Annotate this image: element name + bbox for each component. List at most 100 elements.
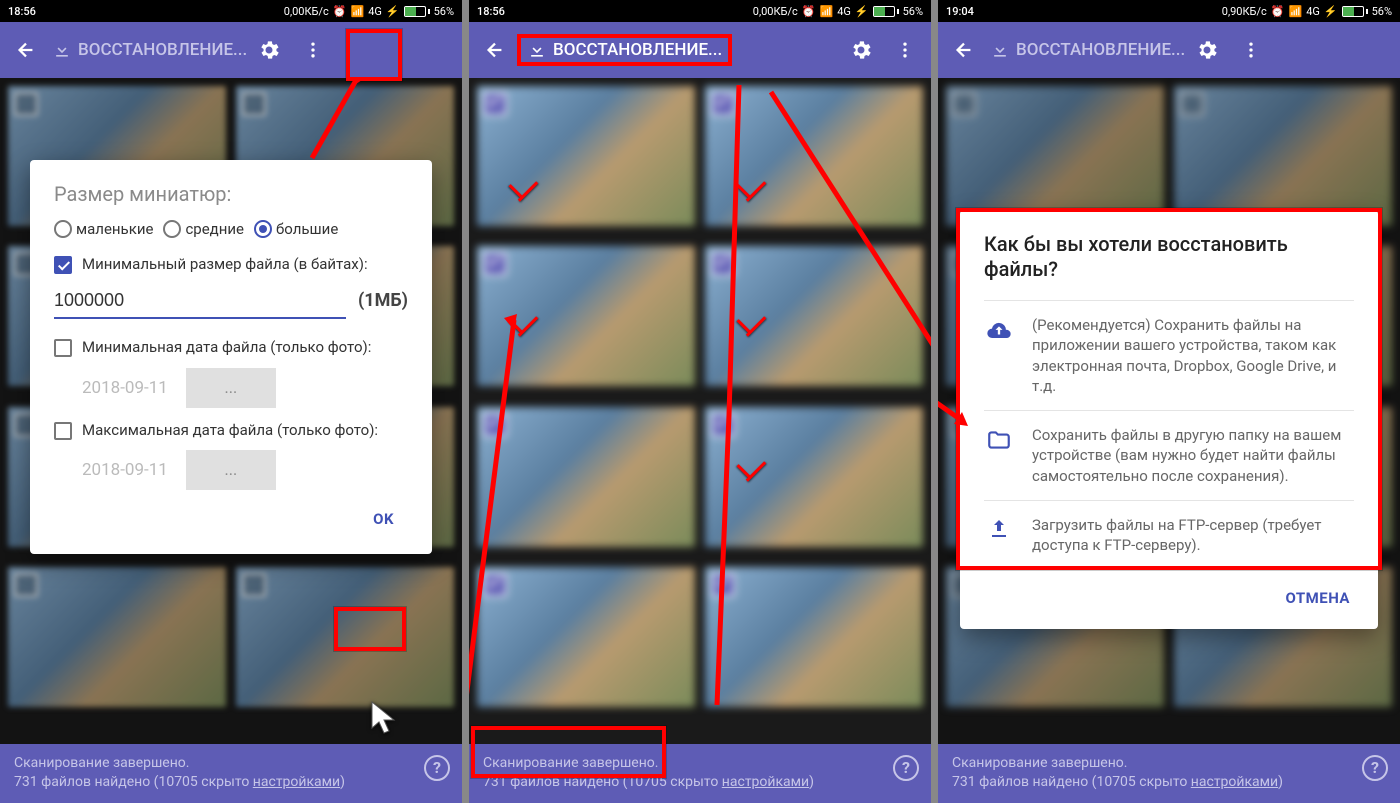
radio-small[interactable]: маленькие xyxy=(54,220,153,238)
help-button[interactable]: ? xyxy=(424,755,450,781)
button-mindate[interactable]: ... xyxy=(186,368,276,408)
appbar-title: ВОССТАНОВЛЕНИЕ... xyxy=(78,40,247,60)
option-folder-text: Сохранить файлы в другую папку на вашем … xyxy=(1032,425,1354,486)
help-button[interactable]: ? xyxy=(1362,755,1388,781)
settings-button[interactable] xyxy=(839,28,883,72)
footer-status: Сканирование завершено. 731 файлов найде… xyxy=(938,744,1400,803)
folder-icon xyxy=(984,425,1014,486)
settings-dialog: Размер миниатюр: маленькие средние больш… xyxy=(30,160,432,554)
input-minsize[interactable] xyxy=(54,284,346,319)
charge-icon: ⚡ xyxy=(855,5,869,18)
battery-icon xyxy=(1342,6,1368,17)
label-maxdate: Максимальная дата файла (только фото): xyxy=(82,420,378,440)
help-button[interactable]: ? xyxy=(893,755,919,781)
download-icon xyxy=(52,40,72,60)
status-right: 0,00КБ/с ⏰ 📶 4G ⚡ 56% xyxy=(284,5,454,18)
app-bar: ВОССТАНОВЛЕНИЕ... xyxy=(938,22,1400,78)
battery-icon xyxy=(404,6,430,17)
annotation-box-title: ВОССТАНОВЛЕНИЕ... xyxy=(517,34,732,66)
charge-icon: ⚡ xyxy=(386,5,400,18)
status-time: 18:56 xyxy=(8,5,36,18)
appbar-title-group[interactable]: ВОССТАНОВЛЕНИЕ... xyxy=(990,40,1185,60)
annotation-check xyxy=(737,315,761,339)
back-button[interactable] xyxy=(942,28,986,72)
footer-settings-link[interactable]: настройками xyxy=(1191,774,1278,790)
settings-button[interactable] xyxy=(247,28,291,72)
option-cloud-text: (Рекомендуется) Сохранить файлы на прило… xyxy=(1032,315,1354,396)
wifi-icon: 📶 xyxy=(819,5,833,18)
thumbnail-item[interactable] xyxy=(705,567,923,707)
wifi-icon: 📶 xyxy=(1288,5,1302,18)
annotation-check xyxy=(509,180,533,204)
footer-settings-link[interactable]: настройками xyxy=(253,774,340,790)
screen-3: 19:04 0,90КБ/с ⏰ 📶 4G ⚡ 56% ВОССТАНОВЛЕН… xyxy=(938,0,1400,803)
annotation-check xyxy=(509,315,533,339)
charge-icon: ⚡ xyxy=(1324,5,1338,18)
app-bar: ВОССТАНОВЛЕНИЕ... xyxy=(469,22,931,78)
settings-button[interactable] xyxy=(1185,28,1229,72)
thumbnail-item[interactable] xyxy=(705,86,923,226)
checkbox-maxdate[interactable] xyxy=(54,422,72,440)
signal-icon: 4G xyxy=(368,5,382,18)
status-net: 0,90КБ/с xyxy=(1222,5,1267,18)
dialog-title: Как бы вы хотели восстановить файлы? xyxy=(984,232,1354,282)
restore-dialog: Как бы вы хотели восстановить файлы? (Ре… xyxy=(960,210,1378,629)
status-net: 0,00КБ/с xyxy=(753,5,798,18)
status-time: 18:56 xyxy=(477,5,505,18)
signal-icon: 4G xyxy=(1306,5,1320,18)
label-mindate: Минимальная дата файла (только фото): xyxy=(82,337,371,357)
option-cloud[interactable]: (Рекомендуется) Сохранить файлы на прило… xyxy=(984,300,1354,410)
screen-1: 18:56 0,00КБ/с ⏰ 📶 4G ⚡ 56% ВОССТАНОВЛЕН… xyxy=(0,0,462,803)
footer-settings-link[interactable]: настройками xyxy=(722,774,809,790)
checkbox-minsize[interactable] xyxy=(54,256,72,274)
download-icon xyxy=(527,40,547,60)
upload-icon xyxy=(984,515,1014,556)
option-ftp-text: Загрузить файлы на FTP-сервер (требует д… xyxy=(1032,515,1354,556)
option-folder[interactable]: Сохранить файлы в другую папку на вашем … xyxy=(984,410,1354,500)
thumbnail-item[interactable] xyxy=(477,86,695,226)
value-maxdate: 2018-09-11 xyxy=(82,460,168,480)
appbar-title-group[interactable]: ВОССТАНОВЛЕНИЕ... xyxy=(52,40,247,60)
cloud-upload-icon xyxy=(984,315,1014,396)
alarm-icon: ⏰ xyxy=(333,5,347,18)
label-minsize: Минимальный размер файла (в байтах): xyxy=(82,254,368,274)
status-right: 0,00КБ/с ⏰ 📶 4G ⚡ 56% xyxy=(753,5,923,18)
footer-count: 731 файлов найдено xyxy=(952,774,1088,790)
appbar-title-group[interactable]: ВОССТАНОВЛЕНИЕ... xyxy=(527,40,722,60)
status-time: 19:04 xyxy=(946,5,974,18)
checkbox-mindate[interactable] xyxy=(54,339,72,357)
dialog-title: Размер миниатюр: xyxy=(54,182,408,206)
alarm-icon: ⏰ xyxy=(802,5,816,18)
signal-icon: 4G xyxy=(837,5,851,18)
status-bar: 18:56 0,00КБ/с ⏰ 📶 4G ⚡ 56% xyxy=(0,0,462,22)
ok-button[interactable]: OK xyxy=(359,502,408,536)
cancel-button[interactable]: ОТМЕНА xyxy=(1275,581,1360,615)
thumbnail-item[interactable] xyxy=(477,407,695,547)
battery-pct: 56% xyxy=(1372,5,1392,18)
appbar-title: ВОССТАНОВЛЕНИЕ... xyxy=(1016,40,1185,60)
alarm-icon: ⏰ xyxy=(1271,5,1285,18)
thumbnail-grid xyxy=(469,78,931,725)
status-net: 0,00КБ/с xyxy=(284,5,329,18)
radio-medium[interactable]: средние xyxy=(163,220,244,238)
wifi-icon: 📶 xyxy=(350,5,364,18)
battery-icon xyxy=(873,6,899,17)
hint-1mb: (1МБ) xyxy=(358,290,408,311)
back-button[interactable] xyxy=(4,28,48,72)
battery-pct: 56% xyxy=(903,5,923,18)
footer-line1: Сканирование завершено. xyxy=(14,754,448,774)
app-bar: ВОССТАНОВЛЕНИЕ... xyxy=(0,22,462,78)
battery-pct: 56% xyxy=(434,5,454,18)
radio-large[interactable]: большие xyxy=(254,220,338,238)
back-button[interactable] xyxy=(473,28,517,72)
option-ftp[interactable]: Загрузить файлы на FTP-сервер (требует д… xyxy=(984,500,1354,570)
footer-status: Сканирование завершено. 731 файлов найде… xyxy=(0,744,462,803)
thumbnail-item[interactable] xyxy=(477,567,695,707)
overflow-button[interactable] xyxy=(291,28,335,72)
overflow-button[interactable] xyxy=(1229,28,1273,72)
footer-count: 731 файлов найдено xyxy=(483,774,619,790)
footer-line1: Сканирование завершено. xyxy=(952,754,1386,774)
button-maxdate[interactable]: ... xyxy=(186,450,276,490)
footer-count: 731 файлов найдено xyxy=(14,774,150,790)
overflow-button[interactable] xyxy=(883,28,927,72)
